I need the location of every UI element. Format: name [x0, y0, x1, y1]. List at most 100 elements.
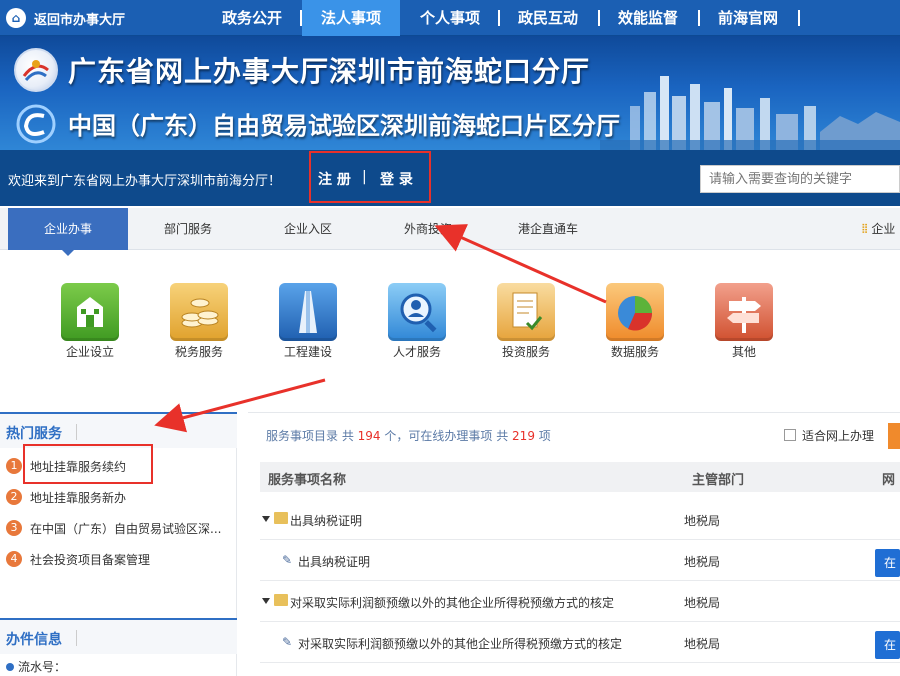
online-apply-button[interactable]: 在 [875, 631, 900, 659]
service-summary: 服务事项目录 共 194 个，可在线办理事项 共 219 项 [266, 427, 551, 444]
service-icon-label: 投资服务 [501, 345, 550, 359]
hot-service-item[interactable]: 2 地址挂靠服务新办 [6, 487, 231, 507]
tab-enterprise-entry[interactable]: 企业入区 [248, 208, 368, 250]
site-banner: 广东省网上办事大厅深圳市前海蛇口分厅 中国（广东）自由贸易试验区深圳前海蛇口片区… [0, 36, 900, 150]
hot-service-label: 在中国（广东）自由贸易试验区深... [30, 522, 222, 536]
hot-service-label: 地址挂靠服务新办 [30, 491, 127, 505]
nav-item-qianhai-site[interactable]: 前海官网 [700, 0, 796, 36]
orange-tab-edge[interactable] [888, 423, 900, 449]
serial-label: 流水号： [18, 660, 67, 674]
service-icon-talent[interactable]: 人才服务 [377, 283, 457, 360]
highlight-box-hot-item [23, 444, 153, 484]
online-count: 219 [512, 429, 535, 443]
right-link-label: 企业 [871, 222, 896, 236]
hot-service-item[interactable]: 3 在中国（广东）自由贸易试验区深... [6, 518, 231, 538]
rank-badge: 1 [6, 458, 22, 474]
nav-item-personal[interactable]: 个人事项 [404, 0, 496, 36]
nav-item-legal-person[interactable]: 法人事项 [302, 0, 400, 36]
back-label: 返回市办事大厅 [34, 12, 126, 28]
folder-icon [274, 594, 288, 606]
header-divider [76, 630, 77, 646]
banner-title-line2: 中国（广东）自由贸易试验区深圳前海蛇口片区分厅 [68, 112, 620, 140]
serial-number-row: 流水号： [6, 658, 66, 675]
service-icon-enterprise-setup[interactable]: 企业设立 [50, 283, 130, 360]
bar-chart-icon: ⦙⦙ [862, 222, 868, 236]
category-tab-bar: 企业办事 部门服务 企业入区 外商投资 港企直通车 ⦙⦙ 企业 [0, 208, 900, 256]
search-input[interactable] [700, 165, 900, 193]
service-icon-label: 企业设立 [65, 345, 114, 359]
guangdong-emblem-icon [14, 48, 58, 92]
service-department: 地税局 [684, 596, 721, 610]
service-icon-label: 人才服务 [392, 345, 441, 359]
header-divider [76, 424, 77, 440]
coins-icon [170, 283, 228, 341]
highlight-box-auth [309, 151, 431, 203]
online-filter-checkbox[interactable] [784, 429, 796, 441]
service-icon-label: 数据服务 [610, 345, 659, 359]
table-row-group[interactable]: 出具纳税证明 地税局 [260, 500, 900, 540]
table-row-group[interactable]: 对采取实际利润额预缴以外的其他企业所得税预缴方式的核定 地税局 [260, 582, 900, 622]
online-apply-button[interactable]: 在 [875, 549, 900, 577]
tab-hk-express[interactable]: 港企直通车 [488, 208, 608, 250]
welcome-bar: 欢迎来到广东省网上办事大厅深圳市前海分厅！ 注 册 | 登 录 [0, 150, 900, 206]
pin-icon: ✎ [282, 553, 293, 567]
service-name[interactable]: 对采取实际利润额预缴以外的其他企业所得税预缴方式的核定 [298, 635, 622, 652]
case-info-title: 办件信息 [6, 632, 62, 648]
service-icon-data[interactable]: 数据服务 [595, 283, 675, 360]
folder-icon [274, 512, 288, 524]
nav-item-efficiency[interactable]: 效能监督 [600, 0, 696, 36]
service-table-header: 服务事项名称 主管部门 网 [260, 462, 900, 492]
service-icon-label: 税务服务 [174, 345, 223, 359]
service-name: 出具纳税证明 [290, 514, 363, 528]
service-department: 地税局 [684, 637, 721, 651]
pin-icon: ✎ [282, 635, 293, 649]
tab-foreign-investment[interactable]: 外商投资 [368, 208, 488, 250]
document-check-icon [497, 283, 555, 341]
service-icon-investment[interactable]: 投资服务 [486, 283, 566, 360]
back-to-city-hall-link[interactable]: ⌂ 返回市办事大厅 [6, 7, 125, 29]
nav-separator [798, 10, 800, 26]
service-icon-label: 工程建设 [283, 345, 332, 359]
service-icon-other[interactable]: 其他 [704, 283, 784, 360]
expand-triangle-icon[interactable] [262, 598, 270, 604]
summary-mid: 个，可在线办理事项 共 [384, 429, 509, 443]
total-count: 194 [357, 429, 381, 443]
service-name[interactable]: 出具纳税证明 [298, 553, 370, 570]
column-header-name: 服务事项名称 [268, 473, 347, 488]
table-row[interactable]: ✎ 对采取实际利润额预缴以外的其他企业所得税预缴方式的核定 地税局 在 [260, 623, 900, 663]
tab-enterprise-affairs[interactable]: 企业办事 [8, 208, 128, 256]
signpost-icon [715, 283, 773, 341]
rank-badge: 2 [6, 489, 22, 505]
hot-service-item[interactable]: 4 社会投资项目备案管理 [6, 549, 231, 569]
summary-suffix: 项 [538, 429, 551, 443]
nav-item-interaction[interactable]: 政民互动 [500, 0, 596, 36]
service-icon-construction[interactable]: 工程建设 [268, 283, 348, 360]
service-icon-label: 其他 [731, 345, 756, 359]
service-list-panel: 服务事项目录 共 194 个，可在线办理事项 共 219 项 适合网上办理 服务… [248, 412, 900, 676]
city-skyline-image [600, 76, 900, 150]
column-header-online: 网 [882, 473, 896, 488]
nav-item-government-affairs[interactable]: 政务公开 [206, 0, 298, 36]
service-summary-bar: 服务事项目录 共 194 个，可在线办理事项 共 219 项 适合网上办理 [248, 412, 900, 456]
home-icon: ⌂ [6, 8, 26, 28]
top-nav-bar: ⌂ 返回市办事大厅 政务公开 法人事项 个人事项 政民互动 效能监督 前海官网 [0, 0, 900, 36]
tab-department-services[interactable]: 部门服务 [128, 208, 248, 250]
rank-badge: 4 [6, 551, 22, 567]
online-filter-label[interactable]: 适合网上办理 [802, 427, 874, 444]
ftz-logo-icon [16, 104, 56, 144]
bullet-icon [6, 663, 14, 671]
service-department: 地税局 [684, 555, 721, 569]
expand-triangle-icon[interactable] [262, 516, 270, 522]
building-icon [61, 283, 119, 341]
hot-service-label: 社会投资项目备案管理 [30, 553, 151, 567]
pie-chart-icon [606, 283, 664, 341]
summary-prefix: 服务事项目录 共 [266, 429, 354, 443]
case-info-header: 办件信息 [0, 618, 237, 654]
table-row[interactable]: ✎ 出具纳税证明 地税局 在 [260, 541, 900, 581]
welcome-message: 欢迎来到广东省网上办事大厅深圳市前海分厅！ [8, 174, 282, 189]
tower-icon [279, 283, 337, 341]
tab-right-link[interactable]: ⦙⦙ 企业 [862, 208, 895, 250]
person-search-icon [388, 283, 446, 341]
service-icon-tax[interactable]: 税务服务 [159, 283, 239, 360]
column-header-department: 主管部门 [692, 473, 745, 488]
